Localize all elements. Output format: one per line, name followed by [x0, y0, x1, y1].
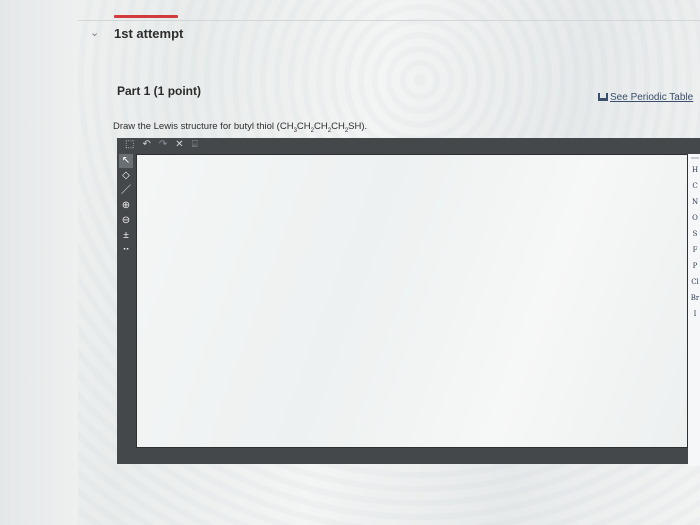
chevron-down-icon[interactable]: ⌄: [90, 26, 99, 39]
element-h[interactable]: H: [688, 162, 700, 178]
element-c[interactable]: C: [688, 178, 700, 194]
periodic-table-icon: [598, 93, 608, 101]
lone-pair-tool-icon[interactable]: ⠒: [119, 244, 133, 258]
formula-part: SH: [348, 121, 362, 132]
element-f[interactable]: F: [688, 242, 700, 258]
element-palette: H C N O S F P Cl Br I: [688, 154, 700, 466]
element-cl[interactable]: Cl: [688, 274, 700, 290]
lewis-structure-editor: ⬚ ↶ ↷ ✕ ⌸ ↖ ◇ ／ ⊕ ⊖ ± ⠒ H C N O S F P Cl…: [117, 138, 700, 466]
question-text: Draw the Lewis structure for butyl thiol…: [113, 121, 367, 134]
left-margin: [0, 0, 78, 525]
element-s[interactable]: S: [688, 226, 700, 242]
formula-part: CH: [279, 121, 294, 132]
increase-charge-tool-icon[interactable]: ±: [119, 229, 133, 243]
see-periodic-table-link[interactable]: See Periodic Table: [598, 92, 693, 103]
divider: [78, 20, 700, 21]
palette-handle-icon[interactable]: [688, 154, 700, 162]
eraser-tool-icon[interactable]: ◇: [119, 169, 133, 183]
attempt-tab-indicator: [114, 15, 178, 18]
formula-part: CH: [314, 121, 328, 132]
drawing-canvas[interactable]: [136, 154, 688, 448]
editor-top-toolbar: ⬚ ↶ ↷ ✕ ⌸: [125, 138, 198, 152]
element-p[interactable]: P: [688, 258, 700, 274]
single-bond-tool-icon[interactable]: ／: [119, 184, 133, 198]
formula-part: CH: [296, 121, 311, 132]
part-title: Part 1 (1 point): [117, 84, 202, 98]
positive-charge-tool-icon[interactable]: ⊕: [119, 199, 133, 213]
question-prefix: Draw the Lewis structure for butyl thiol…: [113, 121, 280, 132]
redo-icon[interactable]: ↷: [159, 139, 167, 151]
clear-icon[interactable]: ✕: [175, 139, 183, 151]
select-icon[interactable]: ⬚: [125, 139, 134, 151]
periodic-table-label: See Periodic Table: [610, 92, 694, 103]
element-i[interactable]: I: [688, 306, 700, 322]
template-icon[interactable]: ⌸: [192, 139, 198, 151]
element-o[interactable]: O: [688, 210, 700, 226]
formula-part: CH: [331, 121, 345, 132]
negative-charge-tool-icon[interactable]: ⊖: [119, 214, 133, 228]
element-n[interactable]: N: [688, 194, 700, 210]
attempt-title[interactable]: 1st attempt: [114, 26, 183, 41]
editor-left-toolbar: ↖ ◇ ／ ⊕ ⊖ ± ⠒: [119, 154, 133, 262]
undo-icon[interactable]: ↶: [142, 139, 150, 151]
question-suffix: ).: [361, 121, 368, 132]
arrow-select-tool-icon[interactable]: ↖: [119, 154, 133, 168]
element-br[interactable]: Br: [688, 290, 700, 306]
